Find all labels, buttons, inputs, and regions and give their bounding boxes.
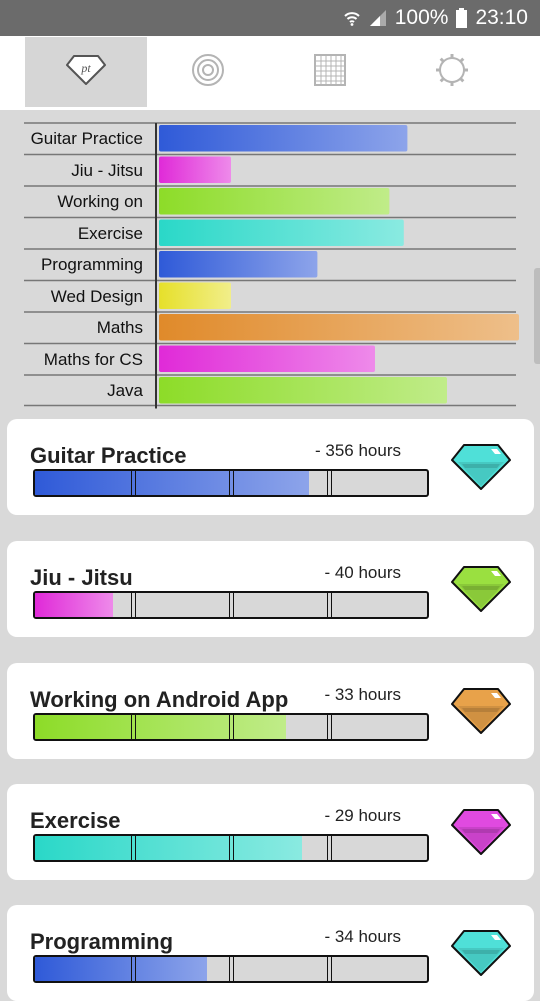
calendar-grid-icon	[314, 53, 346, 91]
activity-title: Working on Android App	[30, 687, 289, 712]
chart-category-label: Jiu - Jitsu	[71, 160, 143, 180]
activity-card[interactable]: Jiu - Jitsu - 40 hours	[7, 541, 534, 637]
progress-segment-divider	[131, 715, 136, 739]
chart-category-label: Exercise	[77, 223, 143, 243]
progress-segment-divider	[229, 471, 234, 495]
activity-hours: - 40 hours	[324, 563, 401, 582]
activity-title: Jiu - Jitsu	[30, 565, 133, 590]
progress-segment-divider	[131, 593, 136, 617]
gem-icon	[450, 807, 512, 862]
scrollbar[interactable]	[534, 268, 540, 364]
tab-goals[interactable]	[147, 37, 269, 107]
tab-settings[interactable]	[391, 37, 513, 107]
activity-progress-fill	[35, 715, 286, 739]
status-icons: 100% 23:10	[343, 6, 528, 30]
chart-category-label: Java	[107, 381, 143, 400]
wifi-icon	[343, 9, 361, 27]
activity-progress-bar	[33, 469, 429, 497]
progress-segment-divider	[229, 957, 234, 981]
activity-progress-bar	[33, 955, 429, 983]
target-icon	[191, 53, 225, 92]
chart-bar	[159, 345, 375, 372]
progress-segment-divider	[131, 957, 136, 981]
chart-bar	[159, 282, 231, 309]
activity-card[interactable]: Programming - 34 hours	[7, 905, 534, 1001]
gem-icon	[450, 564, 512, 619]
activity-progress-bar	[33, 834, 429, 862]
activity-progress-fill	[35, 957, 208, 981]
signal-icon	[369, 9, 387, 27]
chart-bar	[159, 188, 390, 215]
activity-hours: - 356 hours	[315, 441, 401, 460]
clock: 23:10	[475, 6, 528, 29]
chart-category-label: Maths for CS	[43, 349, 143, 369]
activity-card[interactable]: Exercise - 29 hours	[7, 784, 534, 880]
chart-bar	[159, 314, 519, 341]
activity-progress-fill	[35, 836, 302, 860]
chart-bar	[159, 125, 408, 152]
activity-progress-bar	[33, 713, 429, 741]
tab-calendar[interactable]	[269, 37, 391, 107]
progress-segment-divider	[327, 593, 332, 617]
status-bar: 100% 23:10	[0, 0, 540, 36]
progress-segment-divider	[327, 715, 332, 739]
gem-icon	[450, 686, 512, 741]
activity-card[interactable]: Working on Android App - 33 hours	[7, 663, 534, 759]
activity-progress-bar	[33, 591, 429, 619]
chart-bar	[159, 251, 318, 278]
top-tab-bar: pt	[0, 36, 540, 110]
progress-segment-divider	[327, 836, 332, 860]
gem-icon	[450, 928, 512, 983]
activity-progress-fill	[35, 471, 310, 495]
battery-percent: 100%	[394, 6, 449, 29]
gear-icon	[434, 52, 470, 93]
progress-segment-divider	[327, 471, 332, 495]
gem-icon	[450, 442, 512, 497]
activity-hours: - 34 hours	[324, 927, 401, 946]
chart-category-label: Programming	[40, 255, 143, 274]
logo-gem-icon: pt	[66, 54, 106, 91]
activity-title: Guitar Practice	[30, 443, 187, 468]
chart-bar	[159, 377, 447, 404]
progress-segment-divider	[229, 715, 234, 739]
progress-segment-divider	[229, 836, 234, 860]
activity-title: Programming	[30, 929, 174, 954]
chart-category-label: Guitar Practice	[30, 129, 143, 148]
activity-title: Exercise	[30, 808, 121, 833]
battery-icon	[456, 8, 468, 28]
chart-category-label: Working on	[57, 192, 143, 211]
progress-segment-divider	[131, 836, 136, 860]
time-summary-chart: Guitar Practice Jiu - Jitsu Working on Exer…	[0, 110, 540, 410]
activity-card[interactable]: Guitar Practice - 356 hours	[7, 419, 534, 515]
activity-hours: - 33 hours	[324, 685, 401, 704]
progress-segment-divider	[327, 957, 332, 981]
logo-text: pt	[80, 61, 91, 75]
activity-progress-fill	[35, 593, 114, 617]
chart-bar	[159, 156, 231, 183]
tab-home[interactable]: pt	[25, 37, 147, 107]
chart-category-label: Wed Design	[50, 286, 143, 306]
chart-bar	[159, 219, 404, 246]
chart-category-label: Maths	[96, 318, 143, 337]
progress-segment-divider	[131, 471, 136, 495]
progress-segment-divider	[229, 593, 234, 617]
activity-hours: - 29 hours	[324, 806, 401, 825]
